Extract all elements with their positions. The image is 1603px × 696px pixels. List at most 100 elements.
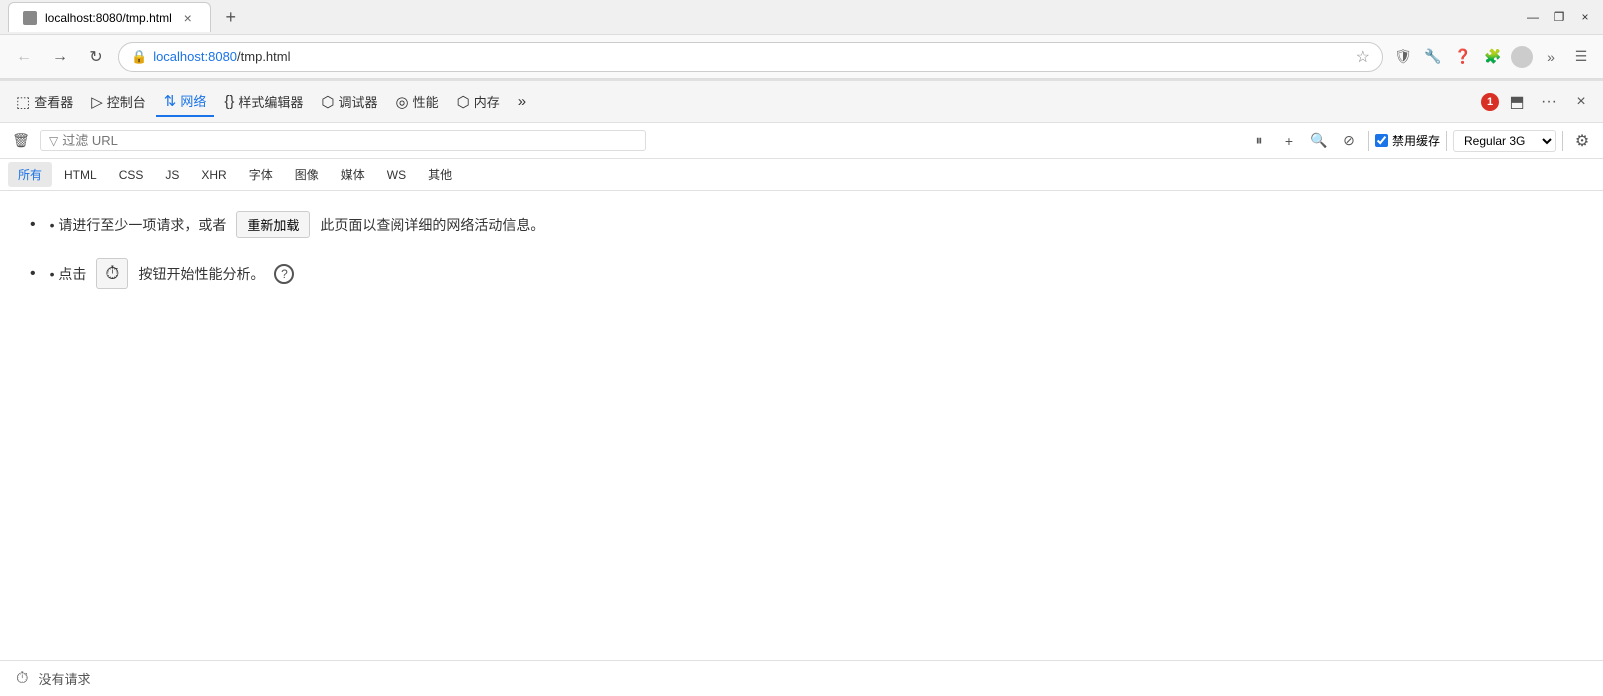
status-bar: ⏱ 没有请求 bbox=[0, 660, 1603, 696]
tab-close-button[interactable]: × bbox=[180, 10, 196, 26]
block-requests-button[interactable]: ⊘ bbox=[1336, 128, 1362, 154]
bullet-2: • bbox=[30, 265, 36, 283]
debugger-label: 调试器 bbox=[339, 92, 378, 111]
restore-button[interactable]: ❐ bbox=[1549, 7, 1569, 27]
inspector-label: 查看器 bbox=[34, 92, 73, 111]
filter-tab-other[interactable]: 其他 bbox=[418, 162, 462, 187]
bullet-1: • bbox=[30, 216, 36, 234]
debugger-icon: ⬡ bbox=[321, 93, 334, 111]
reload-page-link[interactable]: 重新加载 bbox=[236, 211, 310, 238]
memory-label: 内存 bbox=[474, 92, 500, 111]
security-icon: 🔒 bbox=[131, 49, 147, 65]
message-line-1: • • 请进行至少一项请求，或者 重新加载 此页面以查阅详细的网络活动信息。 bbox=[30, 211, 1573, 238]
search-button[interactable]: 🔍 bbox=[1306, 128, 1332, 154]
title-bar-right: — ❐ × bbox=[1523, 7, 1595, 27]
error-badge[interactable]: 1 bbox=[1481, 93, 1499, 111]
throttle-select[interactable]: Regular 3G No Throttling Fast 3G Slow 3G… bbox=[1453, 130, 1556, 152]
devtools-memory[interactable]: ⬡ 内存 bbox=[449, 87, 508, 116]
stopwatch-icon-inline: ⏱ bbox=[105, 263, 119, 284]
memory-icon: ⬡ bbox=[457, 93, 470, 111]
network-empty-message: • • 请进行至少一项请求，或者 重新加载 此页面以查阅详细的网络活动信息。 •… bbox=[30, 211, 1573, 289]
performance-icon: ◎ bbox=[396, 93, 409, 111]
devtools-performance[interactable]: ◎ 性能 bbox=[388, 87, 447, 116]
clear-requests-button[interactable]: 🗑 bbox=[8, 128, 34, 154]
add-button[interactable]: + bbox=[1276, 128, 1302, 154]
help-icon[interactable]: ❓ bbox=[1451, 45, 1475, 69]
disable-cache-label: 禁用缓存 bbox=[1392, 132, 1440, 149]
devtools-right-controls: 1 ⬒ ··· × bbox=[1481, 88, 1595, 116]
filter-icon: ▽ bbox=[49, 134, 58, 148]
divider2 bbox=[1446, 131, 1447, 151]
devtools-close-button[interactable]: × bbox=[1567, 88, 1595, 116]
close-button[interactable]: × bbox=[1575, 7, 1595, 27]
filter-tab-css[interactable]: CSS bbox=[109, 164, 154, 186]
reload-page-button[interactable]: ↻ bbox=[82, 43, 110, 71]
minimize-button[interactable]: — bbox=[1523, 7, 1543, 27]
network-settings-button[interactable]: ⚙ bbox=[1569, 128, 1595, 154]
tab-favicon bbox=[23, 11, 37, 25]
more-tools-icon: » bbox=[518, 93, 526, 110]
pause-recording-button[interactable]: ⏸ bbox=[1246, 128, 1272, 154]
style-editor-icon: {} bbox=[224, 93, 234, 110]
addons-icon[interactable]: 🧩 bbox=[1481, 45, 1505, 69]
new-tab-button[interactable]: + bbox=[217, 3, 245, 31]
filter-tab-image[interactable]: 图像 bbox=[285, 162, 329, 187]
network-toolbar-right: ⏸ + 🔍 ⊘ 禁用缓存 Regular 3G No Throttling Fa… bbox=[1246, 128, 1595, 154]
address-bar: ← → ↻ 🔒 localhost:8080/tmp.html ☆ 🛡 🔧 ❓ … bbox=[0, 35, 1603, 79]
devtools-style-editor[interactable]: {} 样式编辑器 bbox=[216, 87, 311, 116]
console-label: 控制台 bbox=[107, 92, 146, 111]
more-tools-button[interactable]: » bbox=[1539, 45, 1563, 69]
message1-post: 此页面以查阅详细的网络活动信息。 bbox=[320, 215, 544, 235]
divider3 bbox=[1562, 131, 1563, 151]
forward-button[interactable]: → bbox=[46, 43, 74, 71]
disable-cache-checkbox[interactable] bbox=[1375, 134, 1388, 147]
style-editor-label: 样式编辑器 bbox=[238, 92, 303, 111]
back-button[interactable]: ← bbox=[10, 43, 38, 71]
network-label: 网络 bbox=[180, 91, 206, 110]
star-icon[interactable]: ☆ bbox=[1356, 47, 1370, 67]
extension-icon[interactable]: 🔧 bbox=[1421, 45, 1445, 69]
divider1 bbox=[1368, 131, 1369, 151]
performance-analysis-icon-box[interactable]: ⏱ bbox=[96, 258, 128, 289]
filter-tab-html[interactable]: HTML bbox=[54, 164, 107, 186]
help-circle-icon[interactable]: ? bbox=[274, 264, 294, 284]
devtools-console[interactable]: ▷ 控制台 bbox=[83, 87, 154, 116]
tab-title: localhost:8080/tmp.html bbox=[45, 11, 172, 25]
browser-window: localhost:8080/tmp.html × + — ❐ × ← → ↻ … bbox=[0, 0, 1603, 696]
filter-tab-ws[interactable]: WS bbox=[377, 164, 416, 186]
filter-tab-all[interactable]: 所有 bbox=[8, 162, 52, 187]
filter-tab-js[interactable]: JS bbox=[155, 164, 189, 186]
filter-tab-font[interactable]: 字体 bbox=[239, 162, 283, 187]
filter-tab-media[interactable]: 媒体 bbox=[331, 162, 375, 187]
message2-post: 按钮开始性能分析。 bbox=[138, 264, 264, 284]
account-icon[interactable] bbox=[1511, 46, 1533, 68]
title-bar-left: localhost:8080/tmp.html × + bbox=[8, 2, 245, 32]
devtools-more-button[interactable]: ··· bbox=[1535, 88, 1563, 116]
devtools-debugger[interactable]: ⬡ 调试器 bbox=[313, 87, 385, 116]
devtools-toolbar: ⬚ 查看器 ▷ 控制台 ⇅ 网络 {} 样式编辑器 ⬡ 调试器 ◎ 性能 bbox=[0, 81, 1603, 123]
network-toolbar: 🗑 ▽ ⏸ + 🔍 ⊘ 禁用缓存 Regular 3G No Thro bbox=[0, 123, 1603, 159]
devtools-network[interactable]: ⇅ 网络 bbox=[156, 86, 215, 117]
network-content: • • 请进行至少一项请求，或者 重新加载 此页面以查阅详细的网络活动信息。 •… bbox=[0, 191, 1603, 660]
devtools-more-tools[interactable]: » bbox=[510, 88, 534, 115]
message2-pre: • 点击 bbox=[50, 264, 87, 284]
status-text: 没有请求 bbox=[38, 669, 90, 688]
browser-tab[interactable]: localhost:8080/tmp.html × bbox=[8, 2, 211, 32]
filter-input-wrap: ▽ bbox=[40, 130, 646, 151]
inspector-icon: ⬚ bbox=[16, 93, 30, 111]
address-bar-right: 🛡 🔧 ❓ 🧩 » ☰ bbox=[1391, 45, 1593, 69]
devtools-inspector[interactable]: ⬚ 查看器 bbox=[8, 87, 81, 116]
filter-tabs: 所有 HTML CSS JS XHR 字体 图像 媒体 WS 其他 bbox=[0, 159, 1603, 191]
extensions-icon[interactable]: 🛡 bbox=[1391, 45, 1415, 69]
url-bar[interactable]: 🔒 localhost:8080/tmp.html ☆ bbox=[118, 42, 1383, 72]
menu-button[interactable]: ☰ bbox=[1569, 45, 1593, 69]
disable-cache-checkbox-label[interactable]: 禁用缓存 bbox=[1375, 132, 1440, 149]
dock-button[interactable]: ⬒ bbox=[1503, 88, 1531, 116]
message1-pre: • 请进行至少一项请求，或者 bbox=[50, 215, 227, 235]
performance-label: 性能 bbox=[413, 92, 439, 111]
network-icon: ⇅ bbox=[164, 92, 177, 110]
filter-url-input[interactable] bbox=[62, 133, 637, 148]
status-stopwatch-icon: ⏱ bbox=[16, 670, 28, 688]
console-icon: ▷ bbox=[91, 93, 103, 111]
filter-tab-xhr[interactable]: XHR bbox=[191, 164, 236, 186]
